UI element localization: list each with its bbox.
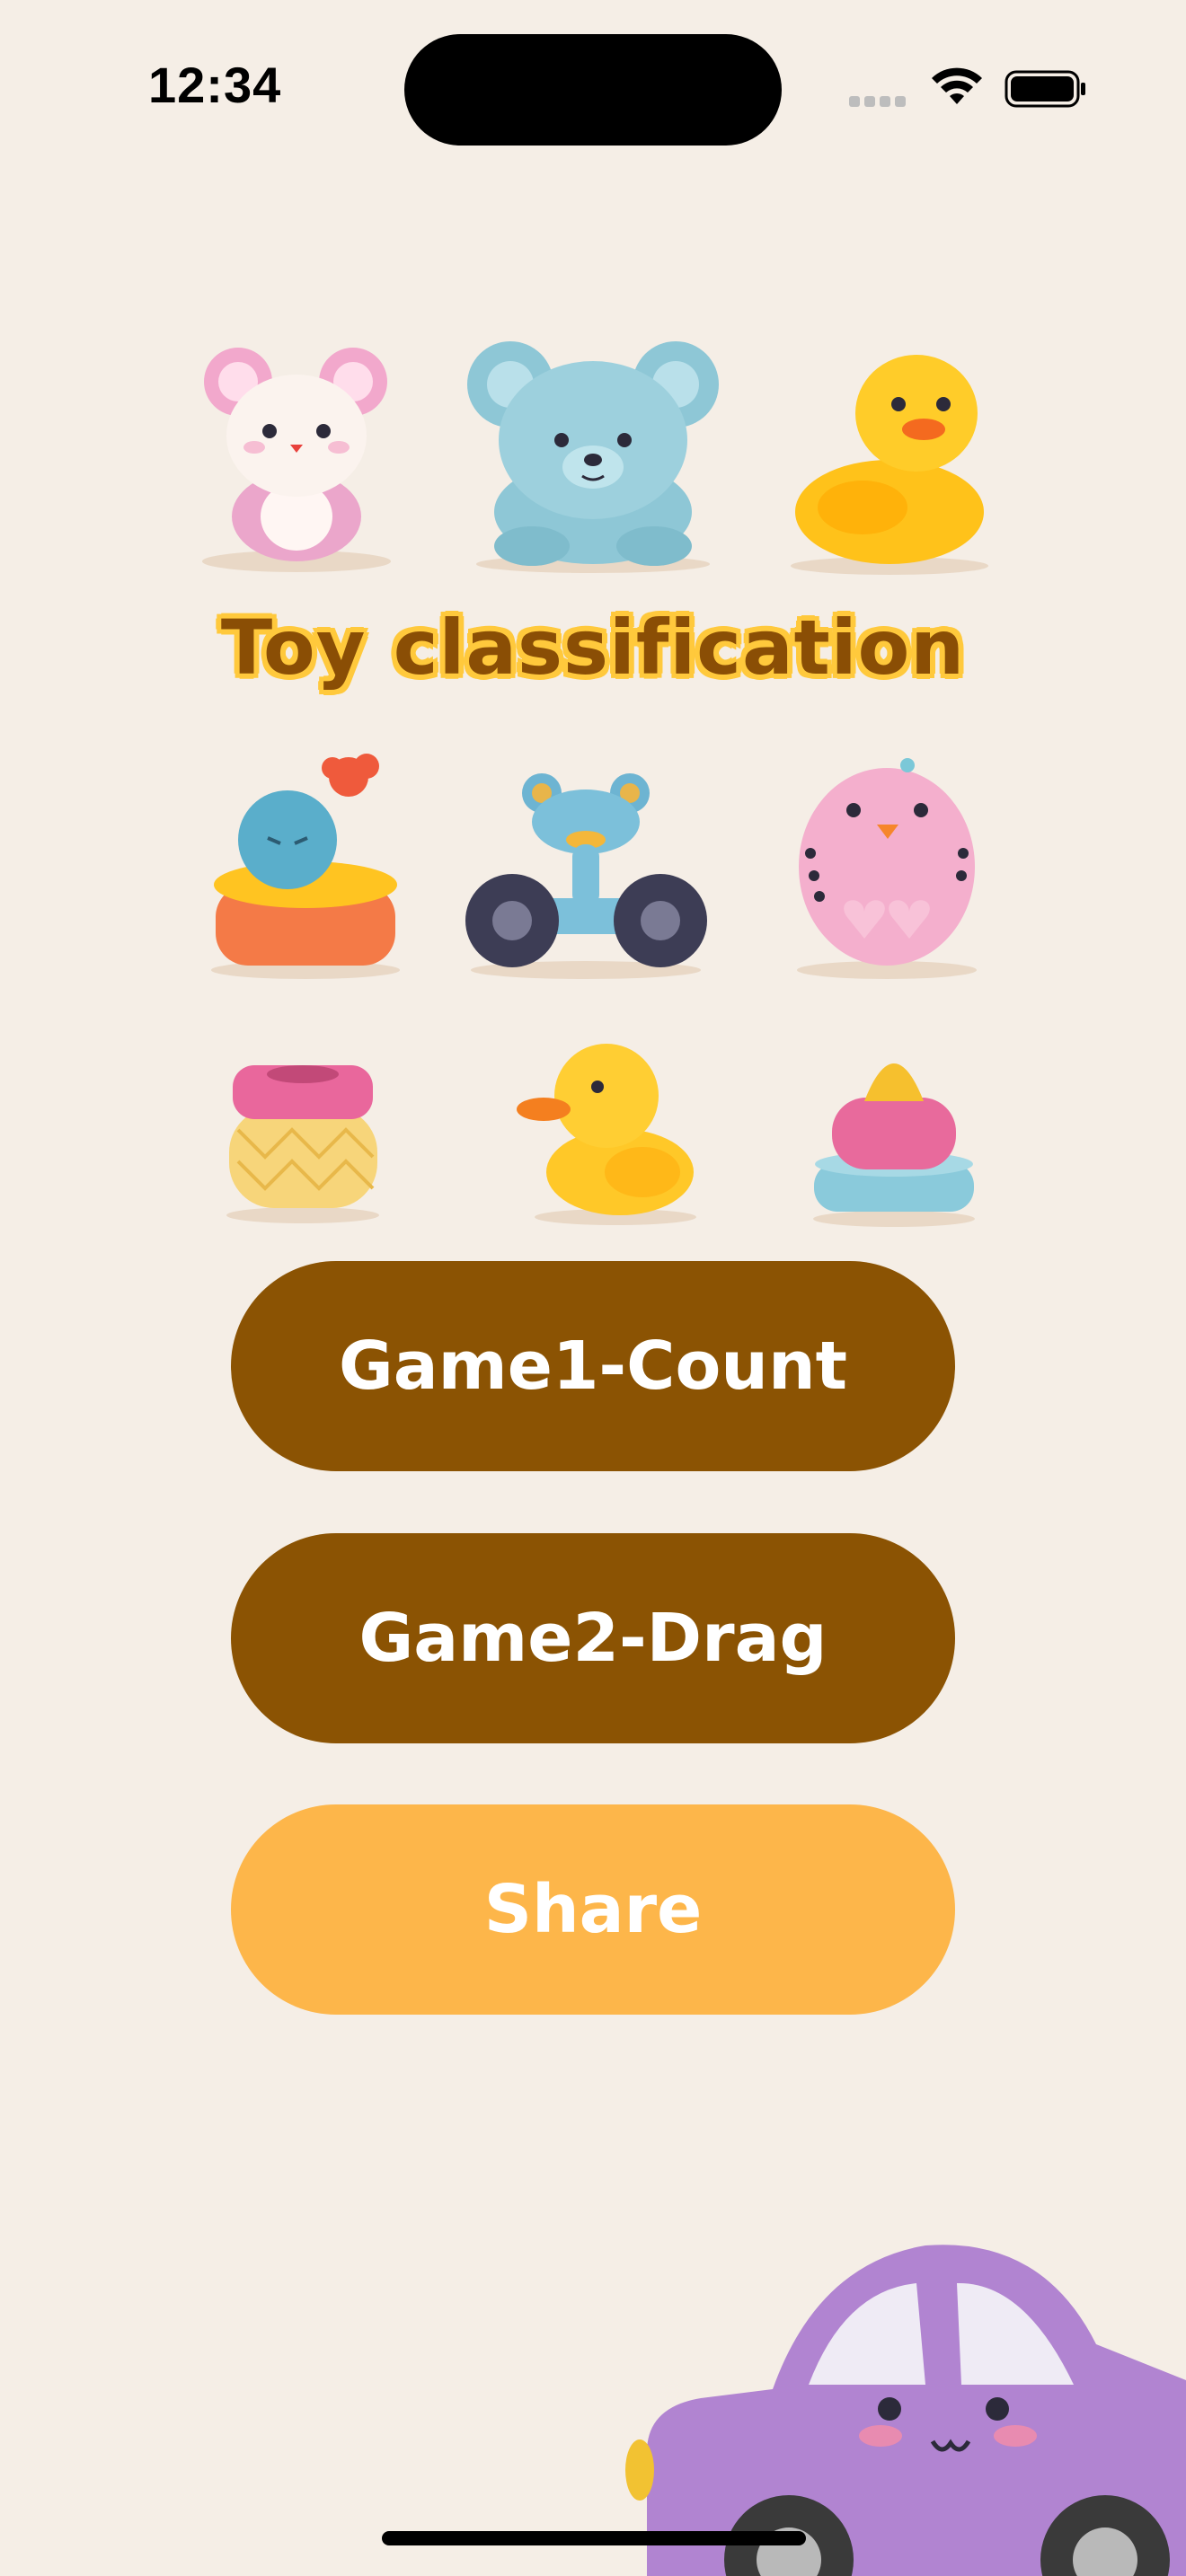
bird-stacker-toy-icon — [211, 754, 400, 979]
status-icons — [849, 63, 1092, 113]
cellular-signal-icon — [849, 93, 910, 110]
pineapple-cup-toy-icon — [226, 1065, 379, 1223]
mouse-toy-icon — [202, 348, 391, 572]
page-title: Toy classification — [220, 604, 966, 692]
stacking-cone-toy-icon — [813, 1063, 975, 1227]
dynamic-island — [404, 34, 782, 146]
share-button[interactable]: Share — [231, 1804, 955, 2015]
bear-toy-icon — [467, 341, 719, 573]
duck-toy-icon — [791, 355, 988, 575]
wifi-icon — [932, 67, 982, 104]
game1-count-button[interactable]: Game1-Count — [231, 1261, 955, 1471]
duckling-toy-icon — [517, 1044, 696, 1225]
frog-bike-toy-icon — [465, 773, 707, 979]
purple-car-toy-icon — [625, 2245, 1186, 2576]
status-time: 12:34 — [148, 57, 282, 113]
battery-icon — [1005, 70, 1085, 108]
game2-drag-button[interactable]: Game2-Drag — [231, 1533, 955, 1743]
home-indicator[interactable] — [382, 2531, 806, 2545]
status-bar: 12:34 — [0, 0, 1186, 171]
pink-bird-toy-icon — [797, 758, 977, 979]
